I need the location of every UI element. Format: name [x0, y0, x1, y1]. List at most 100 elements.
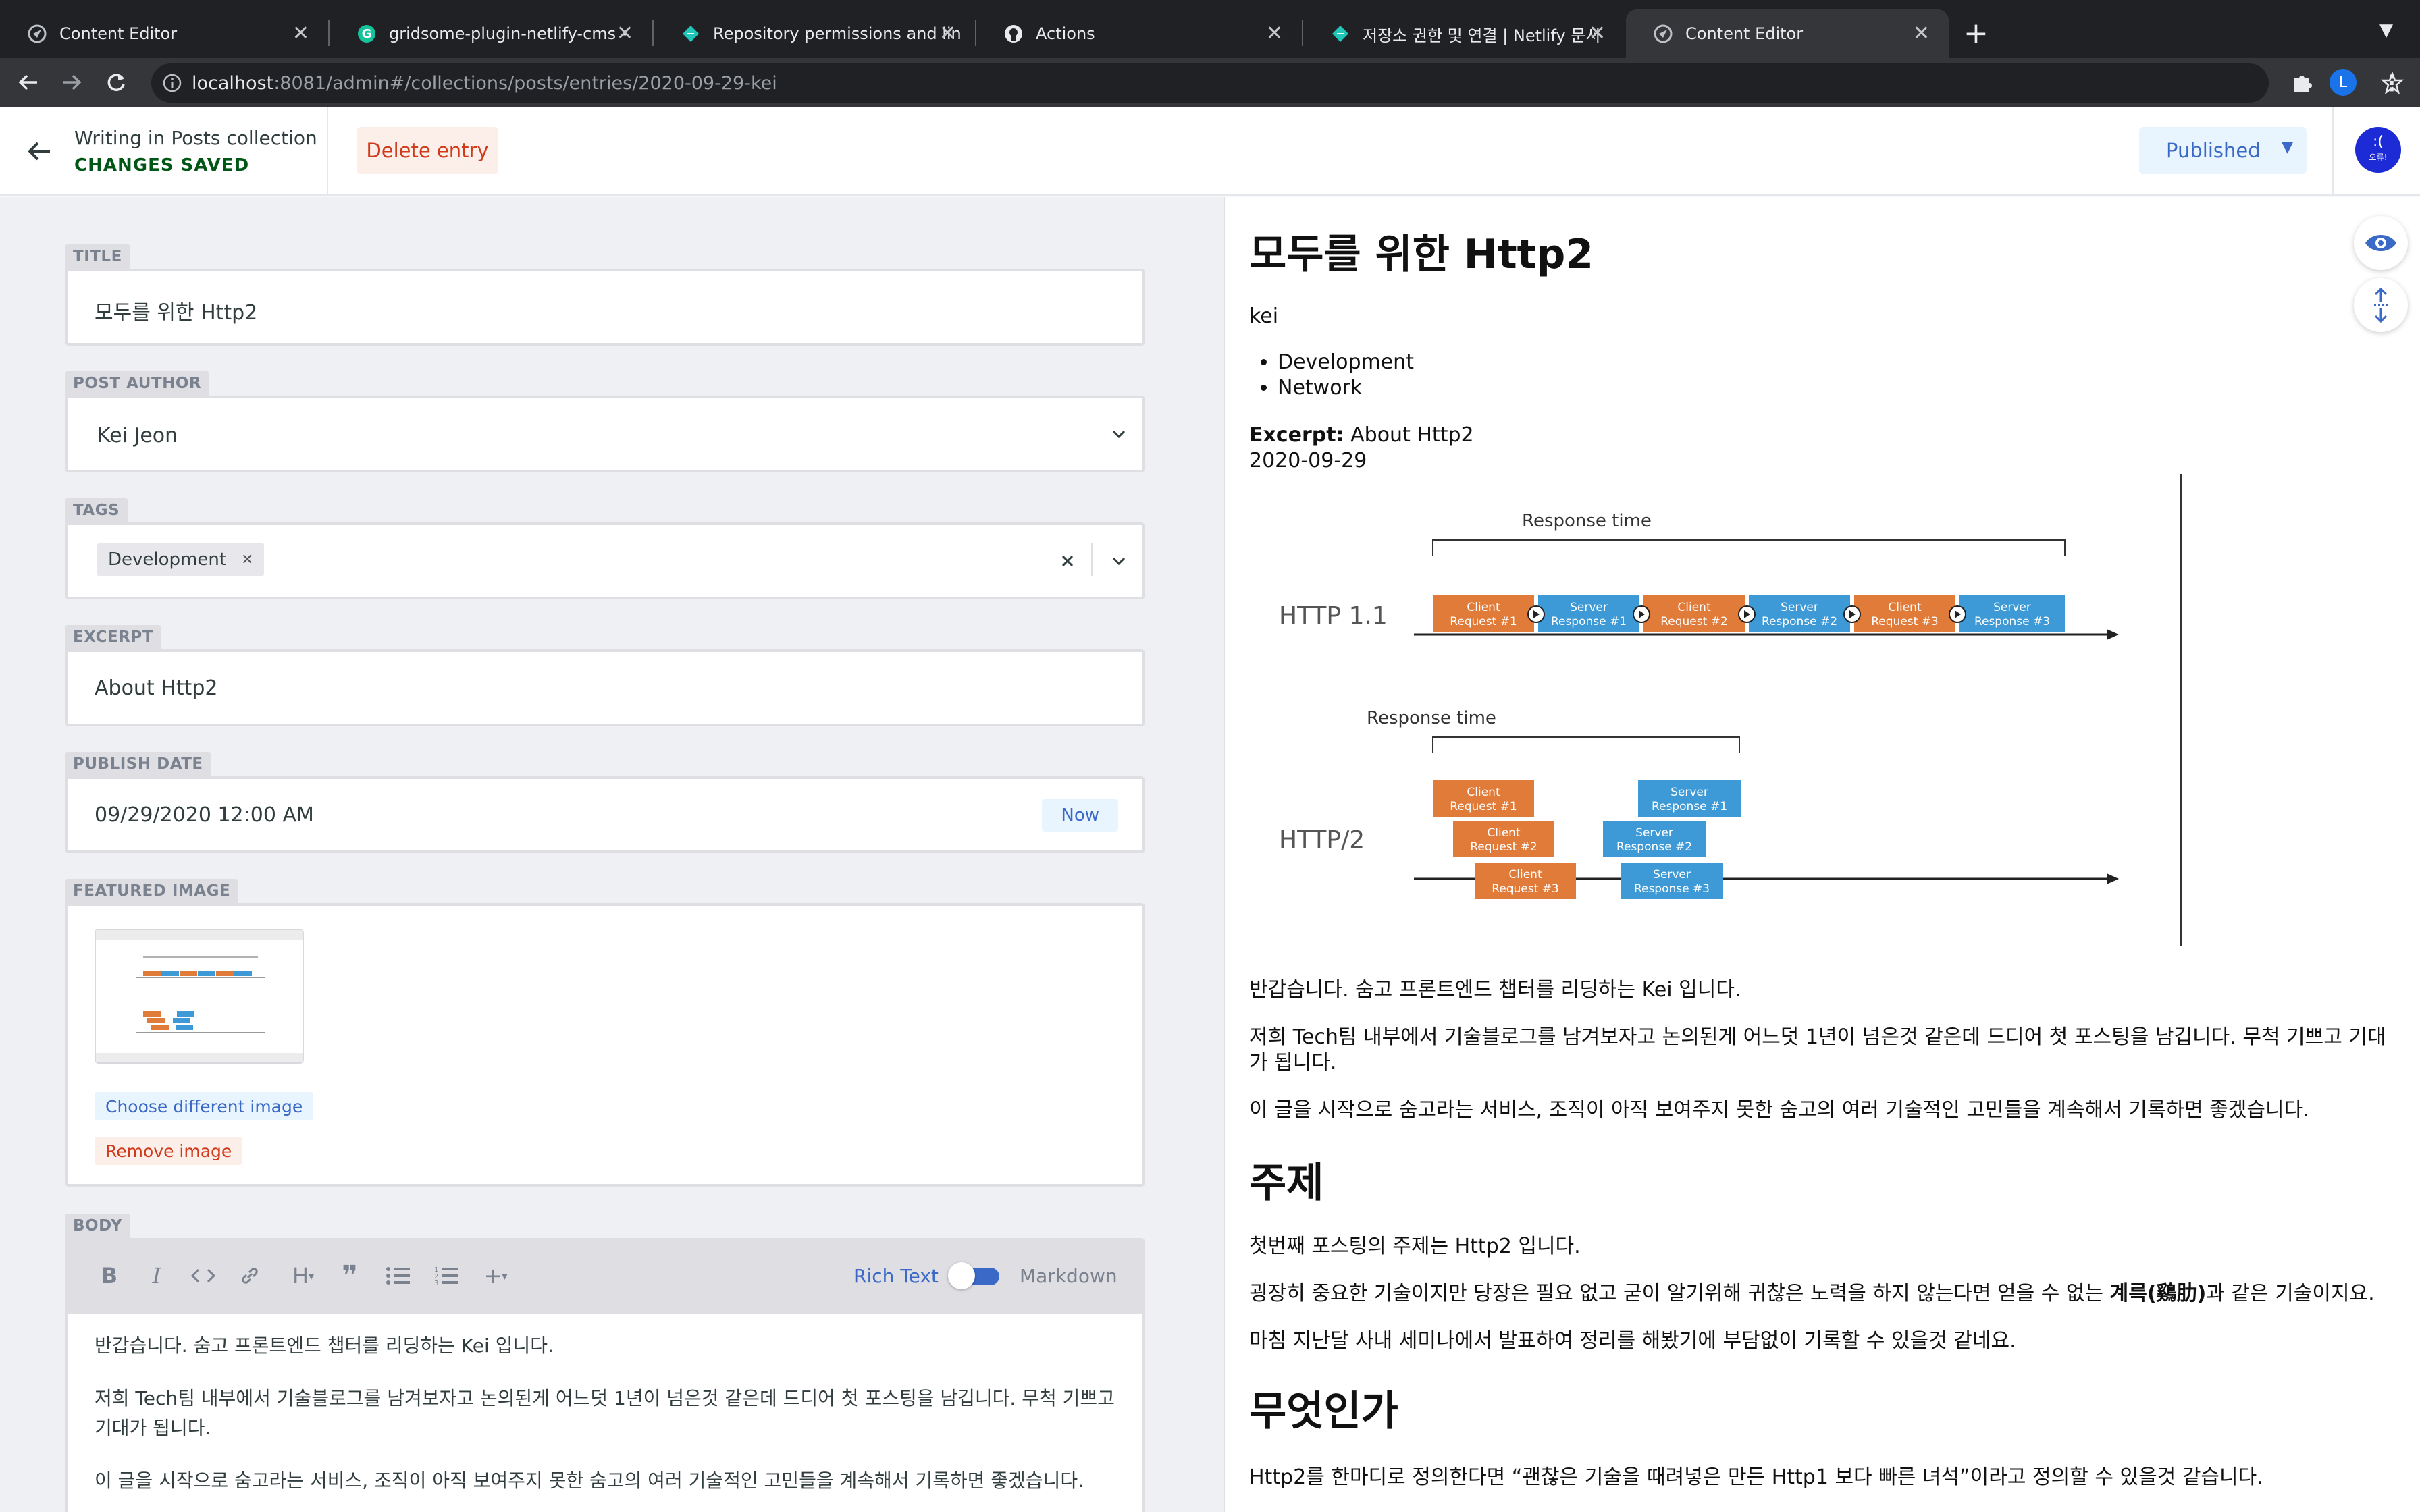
publish-date-input[interactable]: 09/29/2020 12:00 AM Now	[65, 776, 1145, 853]
github-icon	[1003, 24, 1024, 44]
close-icon[interactable]: ✕	[292, 22, 309, 45]
avatar-text: :(	[2373, 134, 2384, 151]
bar-label: Response #1	[1551, 615, 1627, 628]
preview-excerpt: Excerpt: About Http2	[1249, 423, 1474, 448]
code-icon[interactable]	[186, 1262, 220, 1289]
back-arrow-icon[interactable]	[14, 68, 43, 97]
bar-label: Server	[1635, 826, 1673, 840]
bar-label: Response #2	[1762, 615, 1837, 628]
chevron-down-icon[interactable]	[1109, 551, 1129, 571]
browser-tab[interactable]: Content Editor ✕	[0, 9, 328, 58]
publish-status-dropdown[interactable]: Published ▼	[2139, 127, 2307, 174]
browser-tab[interactable]: Repository permissions and lin ✕	[654, 9, 975, 58]
markdown-toggle[interactable]	[948, 1262, 999, 1289]
numbered-list-icon[interactable]: 123	[432, 1262, 461, 1289]
preview-panel: 모두를 위한 Http2 kei Development Network Exc…	[1224, 197, 2420, 1512]
browser-tab-active[interactable]: Content Editor ✕	[1626, 9, 1949, 58]
choose-different-image-button[interactable]: Choose different image	[95, 1092, 314, 1120]
forward-arrow-icon[interactable]	[57, 68, 86, 97]
excerpt-input[interactable]: About Http2	[65, 649, 1145, 726]
remove-tag-icon[interactable]: ✕	[241, 551, 253, 568]
netlify-cms-icon	[1653, 24, 1673, 44]
remove-image-button[interactable]: Remove image	[95, 1137, 243, 1165]
user-avatar[interactable]: :( 오류!	[2355, 127, 2401, 173]
body-field-label: BODY	[65, 1214, 131, 1238]
add-component-icon[interactable]: + ▾	[481, 1262, 510, 1289]
link-icon[interactable]	[236, 1262, 263, 1289]
bar-label: Client	[1888, 601, 1922, 614]
http11-label: HTTP 1.1	[1279, 602, 1388, 630]
bar-label: Response #2	[1616, 840, 1692, 854]
bulleted-list-icon[interactable]	[384, 1262, 412, 1289]
italic-icon[interactable]: I	[143, 1262, 170, 1289]
preview-paragraph: 첫번째 포스팅의 주제는 Http2 입니다.	[1249, 1235, 1581, 1258]
bar-label: Server	[1993, 601, 2031, 614]
bar-label: Client	[1467, 786, 1500, 799]
paragraph-text: 굉장히 중요한 기술이지만 당장은 필요 없고 굳이 알기위해 귀찮은 노력을 …	[1249, 1282, 2110, 1305]
close-icon[interactable]: ✕	[1913, 22, 1930, 45]
preview-title: 모두를 위한 Http2	[1249, 231, 1594, 278]
save-status: CHANGES SAVED	[74, 155, 250, 176]
tab-title: 저장소 권한 및 연결 | Netlify 문서	[1363, 26, 1601, 45]
divider	[1091, 543, 1093, 576]
featured-image-field: Choose different image Remove image	[65, 903, 1145, 1187]
extensions-puzzle-icon[interactable]	[2290, 72, 2313, 97]
preview-toggle-eye-icon[interactable]	[2354, 216, 2408, 270]
avatar-subtext: 오류!	[2369, 153, 2388, 162]
bar-label: Response #3	[1634, 882, 1710, 896]
heading-icon[interactable]: H ▾	[286, 1262, 320, 1289]
tags-select[interactable]: Development ✕	[65, 522, 1145, 599]
bar-label: Server	[1570, 601, 1608, 614]
featured-image-thumbnail	[95, 929, 304, 1064]
response-time-label: Response time	[1522, 511, 1652, 531]
preview-paragraph: 반갑습니다. 숨고 프론트엔드 챕터를 리딩하는 Kei 입니다.	[1249, 978, 1741, 1002]
tag-chip[interactable]: Development ✕	[97, 543, 265, 576]
quote-icon[interactable]: ❞	[336, 1260, 363, 1291]
body-paragraph: 반갑습니다. 숨고 프론트엔드 챕터를 리딩하는 Kei 입니다.	[95, 1334, 554, 1357]
netlify-icon	[681, 24, 701, 44]
delete-entry-button[interactable]: Delete entry	[357, 127, 498, 174]
browser-tab[interactable]: G gridsome-plugin-netlify-cms - ✕	[330, 9, 652, 58]
preview-paragraph: Http2를 한마디로 정의한다면 “괜찮은 기술을 때려넣은 만든 Http1…	[1249, 1465, 2263, 1489]
browser-menu-icon[interactable]: ⋮	[2381, 70, 2402, 96]
new-tab-plus-icon[interactable]: +	[1964, 16, 1989, 51]
preview-paragraph: 마침 지난달 사내 세미나에서 발표하여 정리를 해봤기에 부담없이 기록할 수…	[1249, 1329, 2016, 1353]
tab-search-chevron-icon[interactable]: ▼	[2379, 20, 2393, 40]
tab-title: Actions	[1036, 24, 1095, 43]
body-editor[interactable]: 반갑습니다. 숨고 프론트엔드 챕터를 리딩하는 Kei 입니다. 저희 Tec…	[65, 1314, 1145, 1512]
preview-tag: Development	[1278, 350, 1414, 375]
chevron-down-icon[interactable]	[1109, 424, 1129, 444]
browser-tab[interactable]: Actions ✕	[976, 9, 1302, 58]
author-select[interactable]: Kei Jeon	[65, 396, 1145, 473]
title-input[interactable]: 모두를 위한 Http2	[65, 269, 1145, 346]
divider	[327, 107, 328, 194]
close-icon[interactable]: ✕	[1266, 22, 1283, 45]
close-icon[interactable]: ✕	[616, 22, 633, 45]
browser-tab[interactable]: 저장소 권한 및 연결 | Netlify 문서 ✕	[1303, 9, 1625, 58]
author-field-label: POST AUTHOR	[65, 371, 210, 396]
preview-heading: 무엇인가	[1249, 1388, 1398, 1435]
clear-icon[interactable]	[1057, 551, 1078, 571]
address-bar[interactable]: localhost:8081/admin#/collections/posts/…	[151, 63, 2404, 103]
excerpt-text: About Http2	[1350, 423, 1474, 447]
tab-title: Content Editor	[59, 24, 178, 43]
svg-text:G: G	[362, 27, 372, 41]
close-icon[interactable]: ✕	[1589, 22, 1606, 45]
bar-label: Request #2	[1660, 615, 1728, 628]
preview-author: kei	[1249, 304, 1279, 328]
bar-label: Client	[1487, 826, 1521, 840]
response-time-label: Response time	[1367, 708, 1496, 728]
sync-scroll-icon[interactable]	[2354, 278, 2408, 332]
now-button[interactable]: Now	[1042, 799, 1118, 832]
back-to-collection-icon[interactable]	[24, 136, 54, 166]
site-info-icon[interactable]	[162, 73, 182, 96]
reload-icon[interactable]	[101, 68, 131, 97]
preview-paragraph: 굉장히 중요한 기술이지만 당장은 필요 없고 굳이 알기위해 귀찮은 노력을 …	[1249, 1281, 2396, 1307]
bold-icon[interactable]: B	[96, 1262, 123, 1289]
preview-tag: Network	[1278, 375, 1414, 401]
close-icon[interactable]: ✕	[939, 22, 956, 45]
tags-field-label: TAGS	[65, 498, 128, 522]
profile-avatar[interactable]: L	[2330, 69, 2357, 96]
preview-date: 2020-09-29	[1249, 449, 1367, 473]
tag-chip-label: Development	[108, 549, 227, 570]
